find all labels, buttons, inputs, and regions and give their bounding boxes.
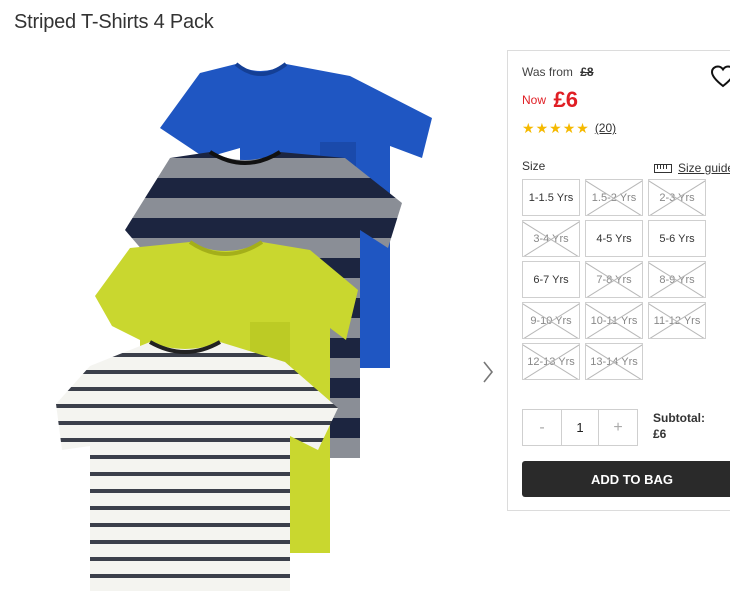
star-icon: ★ [549,120,562,136]
size-option[interactable]: 1.5-2 Yrs [585,179,643,216]
size-option[interactable]: 8-9 Yrs [648,261,706,298]
size-guide-link[interactable]: Size guide [654,161,730,175]
heart-icon[interactable] [710,65,730,89]
size-option[interactable]: 6-7 Yrs [522,261,580,298]
size-option[interactable]: 11-12 Yrs [648,302,706,339]
now-price-label: Now [522,93,547,107]
size-option[interactable]: 12-13 Yrs [522,343,580,380]
product-image [50,58,460,591]
quantity-increase-button[interactable]: + [599,410,637,445]
subtotal-label: Subtotal: [653,411,705,425]
star-icon: ★ [562,120,576,136]
star-rating: ★ ★ ★ ★ ★ [522,121,589,135]
size-option[interactable]: 1-1.5 Yrs [522,179,580,216]
rating: ★ ★ ★ ★ ★ (20) [522,121,616,135]
size-options: 1-1.5 Yrs 1.5-2 Yrs 2-3 Yrs 3-4 Yrs 4-5 Yrs 5… [522,179,706,380]
size-option[interactable]: 7-8 Yrs [585,261,643,298]
now-price: Now £6 [522,87,578,113]
add-to-bag-button[interactable]: ADD TO BAG [522,461,730,497]
was-price-value: £8 [580,65,594,79]
subtotal-value: £6 [653,427,667,441]
size-option[interactable]: 13-14 Yrs [585,343,643,380]
size-option[interactable]: 5-6 Yrs [648,220,706,257]
now-price-value: £6 [553,87,578,112]
chevron-right-icon[interactable] [478,358,498,386]
size-option[interactable]: 9-10 Yrs [522,302,580,339]
reviews-link[interactable]: (20) [595,121,616,135]
was-price-label: Was from [522,65,573,79]
size-option[interactable]: 3-4 Yrs [522,220,580,257]
star-icon: ★ [522,120,535,136]
subtotal: Subtotal: £6 [653,410,705,442]
size-option[interactable]: 10-11 Yrs [585,302,643,339]
size-option[interactable]: 2-3 Yrs [648,179,706,216]
quantity-input[interactable]: 1 [561,410,599,445]
product-purchase-panel: Was from £8 Now £6 ★ ★ ★ ★ ★ (20) Size S… [507,50,730,511]
star-icon: ★ [535,120,549,136]
star-icon: ★ [576,120,589,136]
was-price: Was from £8 [522,65,594,79]
product-title: Striped T-Shirts 4 Pack [14,11,214,33]
size-guide-label: Size guide [678,161,730,175]
quantity-stepper: - 1 + [522,409,638,446]
quantity-decrease-button[interactable]: - [523,410,561,445]
size-option[interactable]: 4-5 Yrs [585,220,643,257]
ruler-icon [654,163,672,173]
size-label: Size [522,159,546,173]
